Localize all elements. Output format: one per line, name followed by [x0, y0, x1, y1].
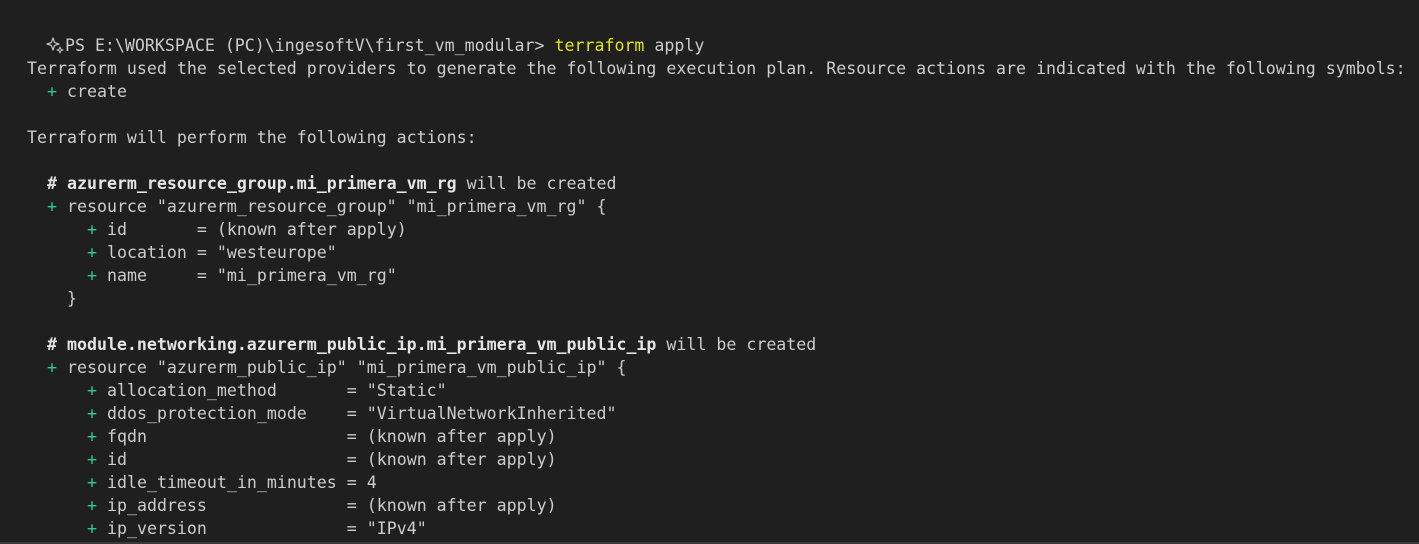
resource-status: will be created — [656, 335, 817, 354]
resource-close-brace: } — [67, 289, 77, 308]
symbol-legend: + create — [0, 80, 1419, 103]
plus-symbol: + — [47, 197, 57, 216]
resource-comment: # module.networking.azurerm_public_ip.mi… — [47, 335, 817, 354]
plus-symbol: + — [87, 381, 97, 400]
resource-attribute: + ddos_protection_mode = "VirtualNetwork… — [87, 404, 617, 423]
resource-attribute: + allocation_method = "Static" — [87, 381, 447, 400]
resource-address: module.networking.azurerm_public_ip.mi_p… — [66, 335, 657, 354]
plus-symbol: + — [87, 473, 97, 492]
actions-heading: Terraform will perform the following act… — [27, 128, 477, 147]
plus-symbol: + — [87, 450, 97, 469]
resource-comment: # azurerm_resource_group.mi_primera_vm_r… — [47, 174, 617, 193]
plus-symbol: + — [87, 427, 97, 446]
resource-attribute: + idle_timeout_in_minutes = 4 — [87, 473, 377, 492]
symbol-label: create — [57, 82, 127, 101]
resource-attribute: + location = "westeurope" — [87, 243, 337, 262]
plus-symbol: + — [87, 496, 97, 515]
plus-symbol: + — [87, 404, 97, 423]
resource-attribute: + ip_version = "IPv4" — [87, 519, 427, 538]
resource-status: will be created — [456, 174, 617, 193]
plus-symbol: + — [47, 358, 57, 377]
plus-symbol: + — [87, 220, 97, 239]
plus-symbol: + — [87, 243, 97, 262]
resource-declaration: + resource "azurerm_public_ip" "mi_prime… — [47, 358, 627, 377]
prompt-line: PS E:\WORKSPACE (PC)\ingesoftV\first_vm_… — [0, 11, 1419, 55]
resource-attribute: + ip_address = (known after apply) — [87, 496, 557, 515]
intro-text: Terraform used the selected providers to… — [27, 59, 1406, 78]
resource-attribute: + fqdn = (known after apply) — [87, 427, 557, 446]
resource-attribute: + id = (known after apply) — [87, 450, 557, 469]
plus-symbol: + — [47, 82, 57, 101]
resource-address: azurerm_resource_group.mi_primera_vm_rg — [66, 174, 457, 193]
resource-attribute: + name = "mi_primera_vm_rg" — [87, 266, 397, 285]
plus-symbol: + — [87, 266, 97, 285]
resource-attribute: + id = (known after apply) — [87, 220, 407, 239]
resource-declaration: + resource "azurerm_resource_group" "mi_… — [47, 197, 607, 216]
plus-symbol: + — [87, 519, 97, 538]
terminal-output[interactable]: PS E:\WORKSPACE (PC)\ingesoftV\first_vm_… — [0, 11, 1419, 540]
